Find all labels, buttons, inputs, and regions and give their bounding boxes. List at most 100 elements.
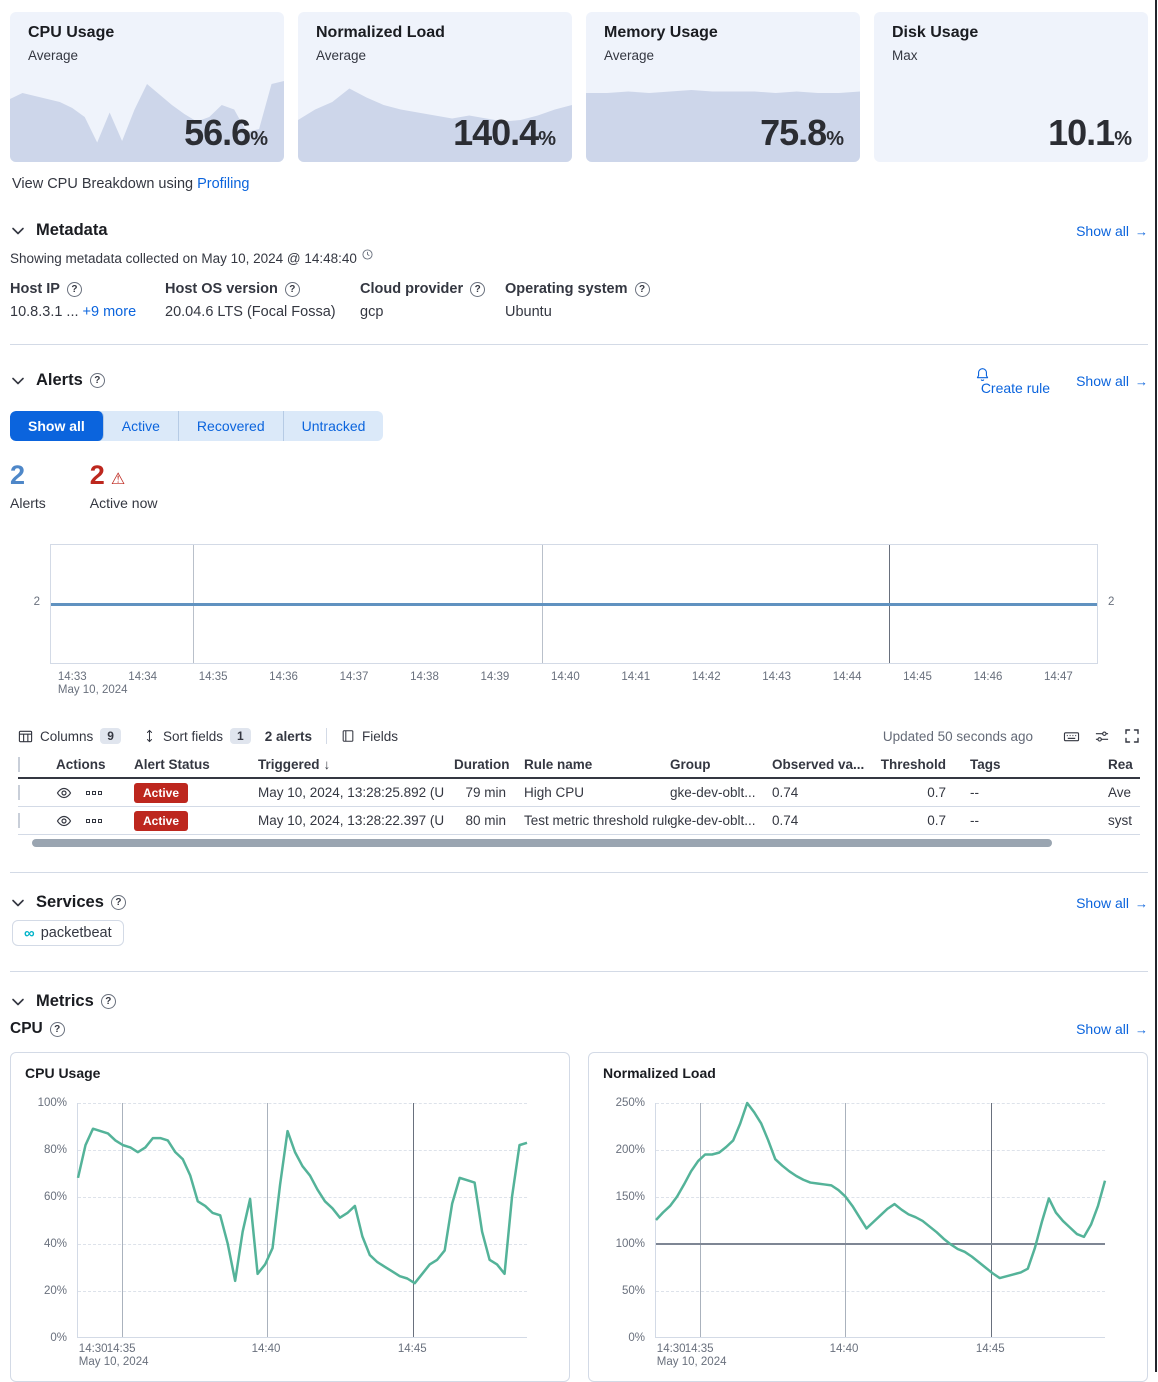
col-alert-status[interactable]: Alert Status xyxy=(134,757,258,772)
profiling-link[interactable]: Profiling xyxy=(197,176,249,192)
cell-tags: -- xyxy=(956,785,1108,800)
chevron-down-icon[interactable] xyxy=(10,223,26,239)
metric-plot-area[interactable] xyxy=(655,1103,1105,1338)
sort-desc-icon: ↓ xyxy=(324,757,331,772)
kpi-card-cpu-usage[interactable]: CPU Usage Average 56.6% xyxy=(10,12,284,162)
alerts-count-stat: 2 Alerts xyxy=(10,460,46,511)
cpu-metrics-show-all-link[interactable]: Show all xyxy=(1076,1021,1148,1037)
metric-plot-area[interactable] xyxy=(77,1103,527,1338)
col-triggered[interactable]: Triggered↓ xyxy=(258,757,454,772)
metadata-show-all-link[interactable]: Show all xyxy=(1076,223,1148,239)
kpi-card-memory-usage[interactable]: Memory Usage Average 75.8% xyxy=(586,12,860,162)
x-tick-label: 14:36 xyxy=(269,671,298,683)
metric-chart-title: CPU Usage xyxy=(25,1065,555,1081)
chevron-down-icon[interactable] xyxy=(10,373,26,389)
sort-fields-button[interactable]: Sort fields 1 xyxy=(143,728,251,744)
columns-button[interactable]: Columns 9 xyxy=(18,728,121,744)
y-tick-label: 100% xyxy=(616,1238,645,1250)
x-tick-label: 14:34 xyxy=(128,671,157,683)
metadata-section: Metadata Show all Showing metadata colle… xyxy=(10,221,1148,345)
x-axis: 14:3014:3514:4014:45May 10, 2024 xyxy=(77,1338,527,1374)
x-tick-label: 14:43 xyxy=(762,671,791,683)
y-tick-label: 80% xyxy=(44,1144,67,1156)
services-show-all-link[interactable]: Show all xyxy=(1076,895,1148,911)
chevron-down-icon[interactable] xyxy=(10,994,26,1010)
services-title: Services xyxy=(36,893,104,912)
table-row: Active May 10, 2024, 13:28:25.892 (U 79 … xyxy=(18,779,1140,807)
y-tick-label: 0% xyxy=(50,1332,67,1344)
fullscreen-icon[interactable] xyxy=(1124,728,1140,744)
metrics-title: Metrics xyxy=(36,992,94,1011)
table-horizontal-scrollbar xyxy=(18,839,1140,847)
y-axis: 0%20%40%60%80%100% xyxy=(25,1103,77,1338)
timeline-plot-area[interactable] xyxy=(50,544,1098,664)
alerts-timeline-chart[interactable]: 2214:3314:3414:3514:3614:3714:3814:3914:… xyxy=(10,544,1148,702)
kpi-card-disk-usage[interactable]: Disk Usage Max 10.1% xyxy=(874,12,1148,162)
view-alert-eye-icon[interactable] xyxy=(56,785,72,801)
row-checkbox[interactable] xyxy=(18,785,20,800)
cpu-usage-chart[interactable]: 0%20%40%60%80%100%14:3014:3514:4014:45Ma… xyxy=(25,1103,555,1374)
help-icon xyxy=(101,994,116,1009)
more-actions-icon[interactable] xyxy=(86,791,102,795)
x-tick-label: 14:35 xyxy=(107,1343,136,1355)
metadata-field-cloud-provider: Cloud provider gcp xyxy=(360,281,505,320)
cell-threshold: 0.7 xyxy=(870,813,956,828)
filter-recovered[interactable]: Recovered xyxy=(179,411,284,441)
keyboard-shortcuts-icon[interactable] xyxy=(1063,729,1080,744)
col-group[interactable]: Group xyxy=(670,757,772,772)
scrollbar-thumb[interactable] xyxy=(32,839,1052,847)
kpi-value: 10.1% xyxy=(1048,112,1132,154)
help-icon xyxy=(285,282,300,297)
kpi-card-normalized-load[interactable]: Normalized Load Average 140.4% xyxy=(298,12,572,162)
row-checkbox[interactable] xyxy=(18,813,20,828)
x-tick-label: 14:41 xyxy=(621,671,650,683)
cell-reason: syst xyxy=(1108,813,1158,828)
x-axis-date-label: May 10, 2024 xyxy=(58,684,128,696)
alerts-show-all-link[interactable]: Show all xyxy=(1076,373,1148,389)
view-alert-eye-icon[interactable] xyxy=(56,813,72,829)
alerts-grid-toolbar: Columns 9 Sort fields 1 2 alerts Fields … xyxy=(10,728,1148,744)
create-rule-link[interactable]: Create rule xyxy=(975,365,1050,396)
kpi-value: 75.8% xyxy=(760,112,844,154)
host-ip-more-link[interactable]: +9 more xyxy=(83,304,137,320)
filter-show-all[interactable]: Show all xyxy=(10,411,104,441)
cell-reason: Ave xyxy=(1108,785,1158,800)
status-badge: Active xyxy=(134,811,188,831)
display-options-icon[interactable] xyxy=(1094,729,1110,744)
x-tick-label: 14:33 xyxy=(58,671,87,683)
filter-untracked[interactable]: Untracked xyxy=(284,411,384,441)
sort-count-badge: 1 xyxy=(230,728,251,744)
chevron-down-icon[interactable] xyxy=(10,895,26,911)
x-tick-label: 14:40 xyxy=(551,671,580,683)
x-axis-date-label: May 10, 2024 xyxy=(79,1356,149,1368)
x-tick-label: 14:45 xyxy=(398,1343,427,1355)
more-actions-icon[interactable] xyxy=(86,819,102,823)
col-actions[interactable]: Actions xyxy=(56,757,134,772)
filter-active[interactable]: Active xyxy=(104,411,179,441)
y-tick-label: 40% xyxy=(44,1238,67,1250)
x-tick-label: 14:35 xyxy=(685,1343,714,1355)
col-rule-name[interactable]: Rule name xyxy=(516,757,670,772)
cell-triggered: May 10, 2024, 13:28:22.397 (U xyxy=(258,813,454,828)
columns-count-badge: 9 xyxy=(100,728,121,744)
help-icon xyxy=(470,282,485,297)
col-observed-value[interactable]: Observed va... xyxy=(772,757,870,772)
col-threshold[interactable]: Threshold xyxy=(870,757,956,772)
col-duration[interactable]: Duration xyxy=(454,757,516,772)
help-icon xyxy=(67,282,82,297)
y-axis-label: 2 xyxy=(10,544,50,664)
x-tick-label: 14:37 xyxy=(340,671,369,683)
service-chip-packetbeat[interactable]: ∞ packetbeat xyxy=(12,920,124,946)
sort-icon xyxy=(143,729,156,743)
x-tick-label: 14:46 xyxy=(974,671,1003,683)
col-reason[interactable]: Rea xyxy=(1108,757,1158,772)
x-tick-label: 14:42 xyxy=(692,671,721,683)
select-all-checkbox[interactable] xyxy=(18,757,20,772)
clock-icon xyxy=(362,249,373,260)
col-tags[interactable]: Tags xyxy=(956,757,1108,772)
alerts-table: Actions Alert Status Triggered↓ Duration… xyxy=(10,752,1148,835)
help-icon xyxy=(90,373,105,388)
services-section: Services Show all ∞ packetbeat xyxy=(10,893,1148,972)
fields-button[interactable]: Fields xyxy=(341,729,398,744)
normalized-load-chart[interactable]: 0%50%100%150%200%250%14:3014:3514:4014:4… xyxy=(603,1103,1133,1374)
